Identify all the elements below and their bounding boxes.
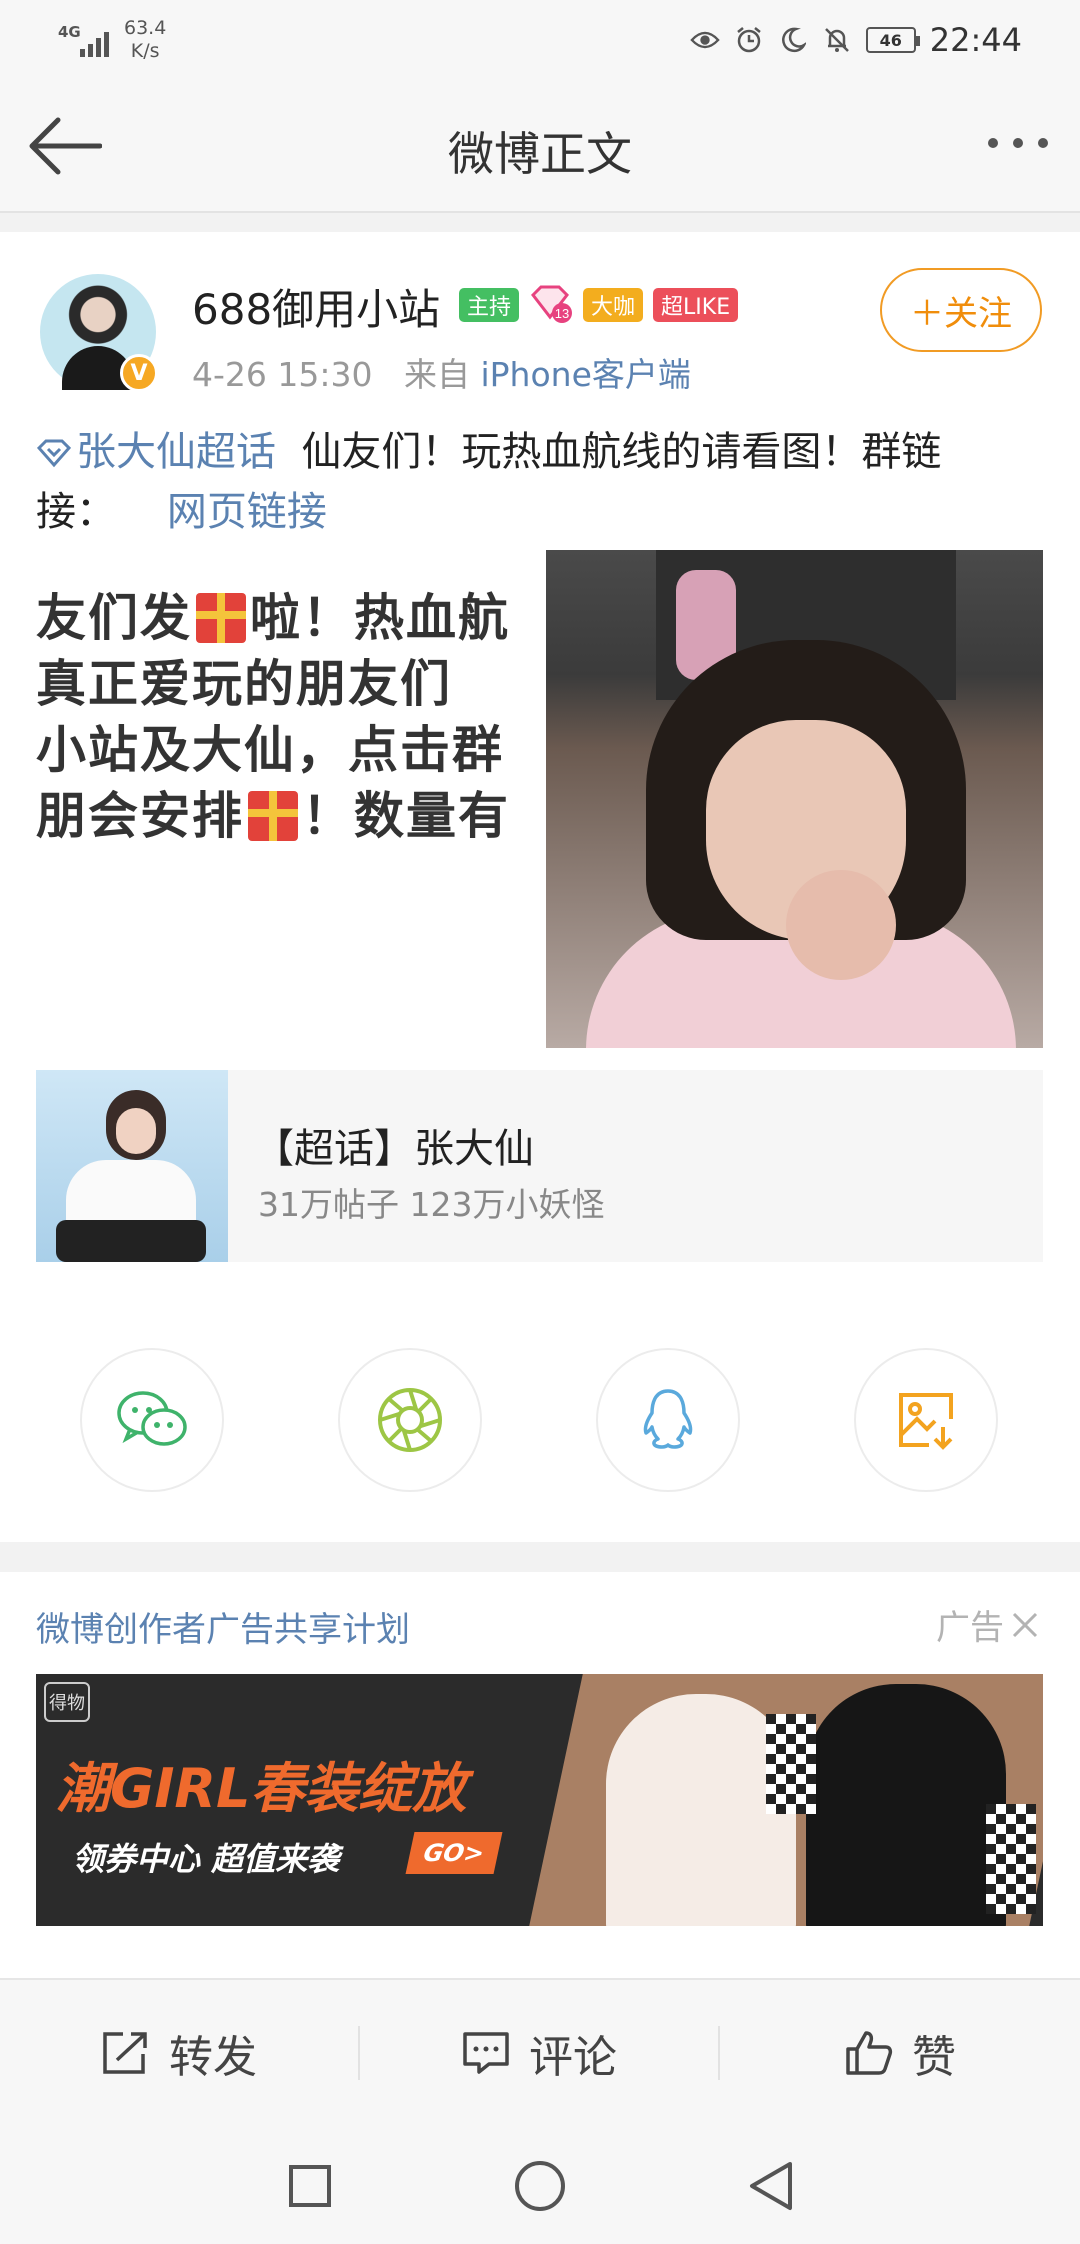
- bottom-action-bar: 转发 评论 赞: [0, 1978, 1080, 2126]
- share-wechat-button[interactable]: [80, 1348, 224, 1492]
- super-topic-card[interactable]: 【超话】张大仙 31万帖子 123万小妖怪: [36, 1070, 1043, 1262]
- topic-stats: 31万帖子 123万小妖怪: [258, 1185, 605, 1224]
- user-badges: 主持 13 大咖 超LIKE: [459, 285, 739, 323]
- repost-button[interactable]: 转发: [0, 1980, 358, 2126]
- repost-label: 转发: [169, 2032, 257, 2083]
- host-badge[interactable]: 主持: [459, 288, 520, 322]
- topic-link[interactable]: 张大仙超话: [36, 429, 276, 475]
- recent-apps-icon[interactable]: [280, 2156, 340, 2216]
- verified-badge: V: [120, 354, 158, 392]
- follow-button[interactable]: ＋关注: [880, 268, 1042, 352]
- image-text-line: 啦！热血航: [250, 589, 510, 647]
- home-icon[interactable]: [510, 2156, 570, 2216]
- super-like-badge[interactable]: 超LIKE: [653, 288, 739, 322]
- image-text-line: ！数量有: [302, 787, 510, 845]
- speed-unit: K/s: [130, 40, 160, 62]
- share-qq-button[interactable]: [596, 1348, 740, 1492]
- post-source[interactable]: iPhone客户端: [480, 355, 690, 394]
- ad-banner[interactable]: 得物 潮GIRL春装绽放 领券中心 超值来袭 GO>: [36, 1674, 1043, 1926]
- ad-go-button[interactable]: GO>: [405, 1832, 503, 1874]
- ad-program-title[interactable]: 微博创作者广告共享计划: [36, 1602, 410, 1651]
- ad-headline: 潮GIRL春装绽放: [56, 1757, 467, 1820]
- gift-icon: [196, 593, 246, 643]
- close-icon[interactable]: [1010, 1610, 1040, 1640]
- share-moments-button[interactable]: [338, 1348, 482, 1492]
- share-row: [0, 1348, 1080, 1494]
- moon-icon: [778, 25, 808, 55]
- image-text-line: 小站及大仙，点击群: [36, 721, 504, 779]
- moments-icon: [378, 1388, 442, 1452]
- back-triangle-icon[interactable]: [740, 2156, 800, 2216]
- user-name[interactable]: 688御用小站: [192, 276, 440, 337]
- post-time: 4-26 15:30: [192, 355, 373, 394]
- comment-button[interactable]: 评论: [360, 1980, 718, 2126]
- save-image-button[interactable]: [854, 1348, 998, 1492]
- status-bar: 4G 63.4 K/s 46 22:44: [0, 0, 1080, 80]
- ad-label: 广告: [936, 1600, 1040, 1649]
- page-title: 微博正文: [448, 127, 632, 181]
- clock: 22:44: [929, 21, 1022, 59]
- network-speed: 63.4 K/s: [124, 17, 166, 63]
- topic-title: 【超话】张大仙: [254, 1126, 534, 1172]
- comment-label: 评论: [529, 2032, 617, 2083]
- fan-level-icon[interactable]: 13: [529, 285, 573, 323]
- topic-thumbnail: [36, 1070, 228, 1262]
- wechat-icon: [117, 1391, 187, 1446]
- mute-bell-icon: [822, 25, 852, 55]
- post-image-photo[interactable]: [546, 550, 1043, 1048]
- web-link[interactable]: 网页链接: [167, 489, 327, 535]
- speed-value: 63.4: [124, 17, 167, 39]
- fan-level-value: 13: [555, 306, 569, 321]
- weibo-post-page: 4G 63.4 K/s 46 22:44 微博正文 V 688御用小站 主持 1…: [0, 0, 1080, 2244]
- eye-icon: [690, 25, 720, 55]
- save-image-icon: [899, 1393, 953, 1450]
- gift-icon: [248, 791, 298, 841]
- like-button[interactable]: 赞: [720, 1980, 1080, 2126]
- qq-icon: [643, 1389, 693, 1449]
- source-prefix: 来自: [403, 355, 470, 394]
- network-type: 4G: [58, 23, 81, 41]
- ad-card: 微博创作者广告共享计划 广告 得物 潮GIRL春装绽放 领券中心 超值来袭 GO…: [0, 1572, 1080, 1992]
- comment-icon: [463, 2032, 509, 2074]
- ad-logo: 得物: [44, 1682, 90, 1722]
- ad-subline: 领券中心 超值来袭: [72, 1840, 340, 1878]
- ad-label-text: 广告: [936, 1608, 1004, 1648]
- alarm-icon: [734, 25, 764, 55]
- image-text-line: 朋会安排: [36, 787, 244, 845]
- repost-icon: [103, 2032, 147, 2074]
- super-topic-icon: [36, 439, 72, 468]
- web-link-text: 网页链接: [166, 489, 327, 535]
- image-text-line: 友们发: [36, 589, 192, 647]
- avatar[interactable]: V: [40, 274, 158, 392]
- signal-icon: 4G: [58, 23, 110, 57]
- post-card: V 688御用小站 主持 13 大咖 超LIKE 4-26 15:30 来自 i…: [0, 232, 1080, 1542]
- system-nav-bar: [0, 2126, 1080, 2244]
- post-meta: 4-26 15:30 来自 iPhone客户端: [192, 348, 691, 396]
- big-shot-badge[interactable]: 大咖: [583, 288, 644, 322]
- nav-bar: 微博正文: [0, 80, 1080, 213]
- image-text-line: 真正爱玩的朋友们: [36, 655, 452, 713]
- battery-level: 46: [879, 30, 902, 50]
- topic-link-text: 张大仙超话: [76, 429, 276, 475]
- more-options-icon[interactable]: [988, 138, 1048, 148]
- like-label: 赞: [912, 2032, 956, 2083]
- post-image-text[interactable]: 友们发 啦！热血航 真正爱玩的朋友们 小站及大仙，点击群 朋会安排 ！数量有: [36, 550, 536, 1048]
- post-body: 张大仙超话 仙友们！玩热血航线的请看图！群链接： 网页链接: [36, 422, 1046, 542]
- battery-icon: 46: [865, 27, 920, 53]
- thumbs-up-icon: [846, 2031, 893, 2075]
